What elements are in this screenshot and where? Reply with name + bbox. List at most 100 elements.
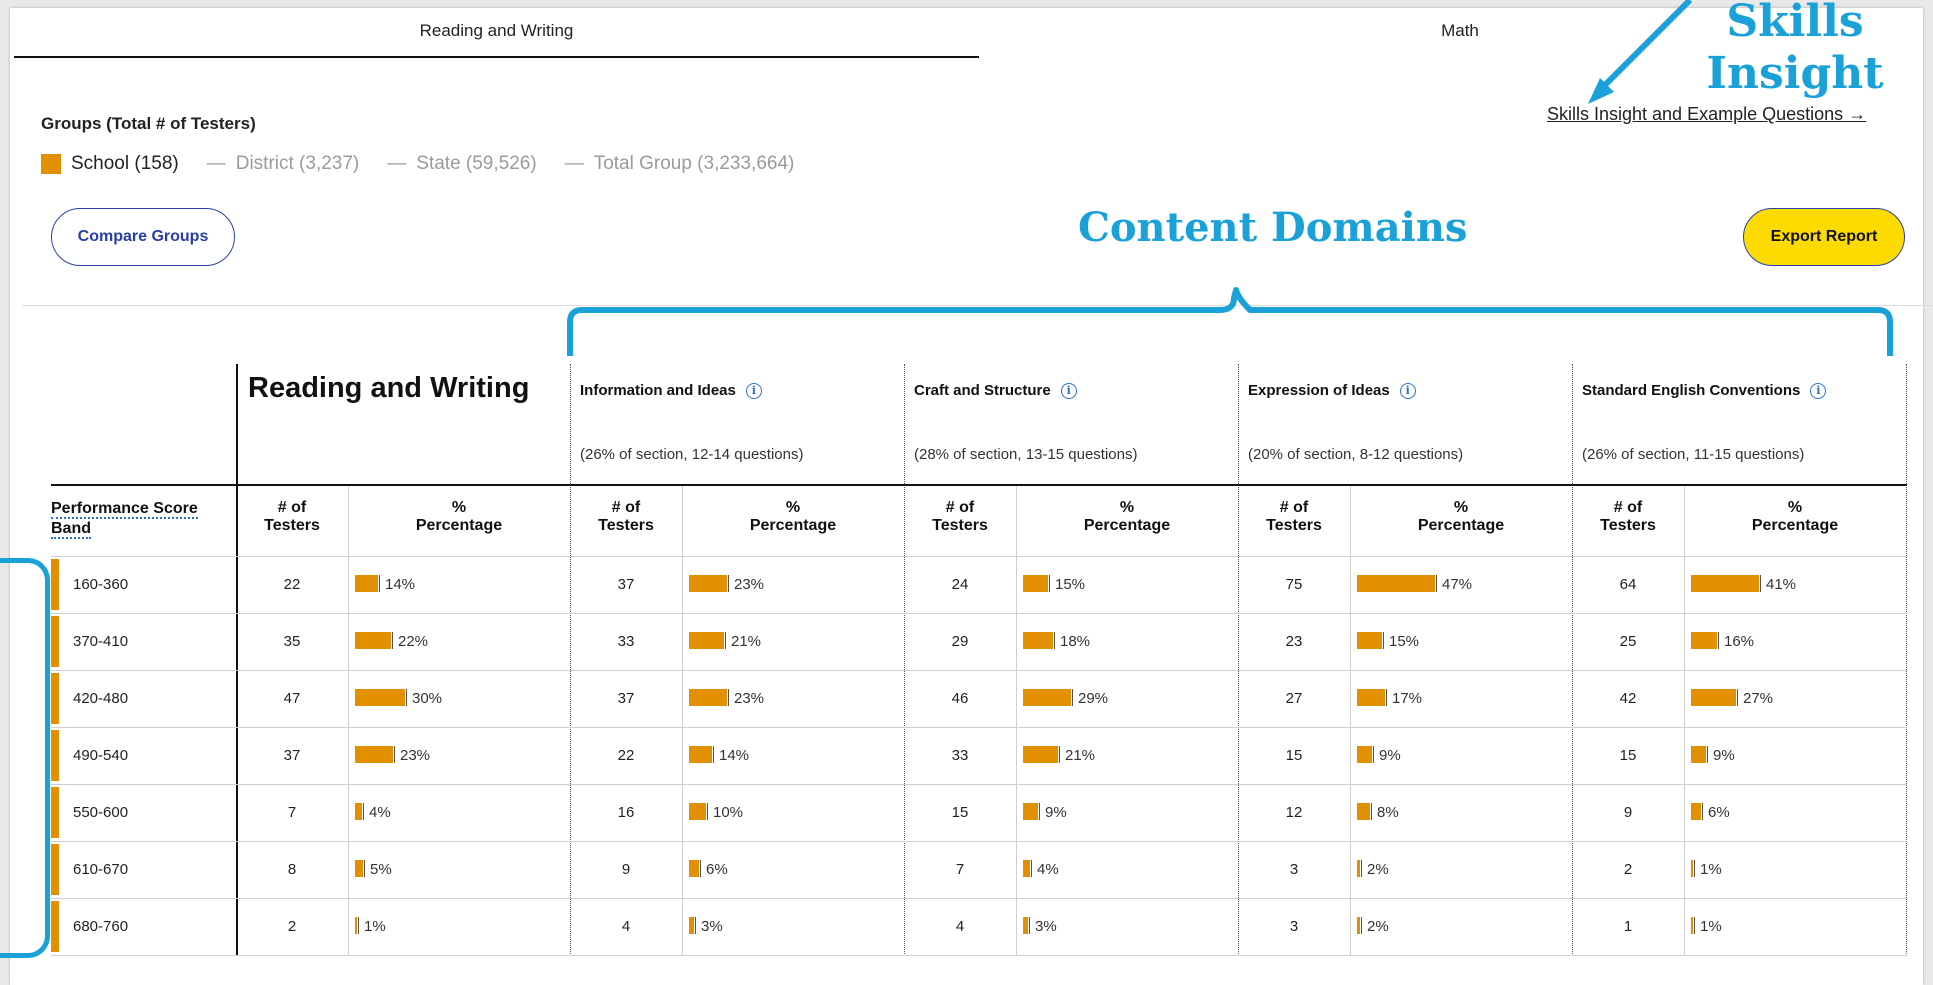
testers-header: # of Testers [576,499,676,535]
percentage-label: 30% [412,690,443,707]
domain-title-label: Craft and Structure [914,382,1051,399]
percentage-bar [1691,917,1695,934]
domain-separator [570,364,571,956]
band-color-bar [51,844,59,895]
band-color-bar [51,787,59,838]
percentage-header: % Percentage [1692,499,1898,535]
annotation-content-domains: Content Domains [1078,204,1468,251]
tester-count: 37 [617,576,635,593]
tester-count: 9 [1623,804,1633,821]
compare-groups-button[interactable]: Compare Groups [51,208,235,266]
group-total-label: Total Group (3,233,664) [593,153,795,174]
tester-count: 15 [1619,747,1637,764]
section-title: Reading and Writing [248,372,530,404]
group-total[interactable]: — Total Group (3,233,664) [565,153,795,175]
band-label: 420-480 [73,690,129,707]
band-color-bar [51,901,59,952]
tester-count: 23 [1285,633,1303,650]
percentage-bar [689,575,729,592]
percentage-bar [355,632,393,649]
percentage-bar [689,917,696,934]
percentage-label: 23% [400,747,431,764]
annotation-skills-insight: Skills Insight [1695,0,1895,100]
tester-count: 47 [283,690,301,707]
performance-score-band-header[interactable]: Performance Score Band [51,499,198,539]
percentage-label: 23% [734,576,765,593]
band-label: 550-600 [73,804,129,821]
testers-header-line2: Testers [264,517,320,534]
percentage-header-line2: Percentage [749,517,837,534]
percentage-bar [689,746,714,763]
band-color-bar [51,730,59,781]
table-row-line [51,898,1907,899]
info-icon[interactable]: i [1399,382,1416,399]
group-district[interactable]: — District (3,237) [207,153,360,175]
tester-count: 7 [287,804,297,821]
testers-header: # of Testers [1244,499,1344,535]
testers-header-line1: # of [611,499,641,516]
percentage-label: 16% [1724,633,1755,650]
percentage-label: 2% [1367,918,1389,935]
testers-header-line2: Testers [598,517,654,534]
info-icon[interactable]: i [1810,382,1827,399]
tester-count: 3 [1289,861,1299,878]
percentage-bar [1357,803,1372,820]
info-icon[interactable]: i [1060,382,1077,399]
band-label: 370-410 [73,633,129,650]
content-domains-brace-icon [567,287,1893,356]
testers-header: # of Testers [910,499,1010,535]
group-state-label: State (59,526) [416,153,537,174]
percentage-bar [1023,689,1073,706]
tester-count: 3 [1289,918,1299,935]
info-icon[interactable]: i [745,382,762,399]
percentage-header: % Percentage [356,499,562,535]
band-color-bar [51,673,59,724]
domain-title-label: Standard English Conventions [1582,382,1801,399]
percentage-label: 23% [734,690,765,707]
percentage-header-line1: % [1119,499,1135,516]
tester-count: 16 [617,804,635,821]
group-district-label: District (3,237) [235,153,360,174]
group-school[interactable]: School (158) [41,153,179,175]
percentage-header-line1: % [785,499,801,516]
domain-subtitle: (26% of section, 12-14 questions) [580,446,804,463]
tester-count: 22 [617,747,635,764]
percentage-bar [1023,860,1032,877]
tab-reading-writing[interactable]: Reading and Writing [14,0,979,58]
tester-count: 2 [1623,861,1633,878]
tester-count: 8 [287,861,297,878]
percentage-bar [1691,860,1695,877]
percentage-label: 3% [701,918,723,935]
tester-count: 46 [951,690,969,707]
percentage-bar [1023,575,1050,592]
tester-count: 9 [621,861,631,878]
band-color-bar [51,559,59,610]
band-label: 680-760 [73,918,129,935]
percentage-header-line1: % [451,499,467,516]
percentage-bar [355,575,380,592]
group-state[interactable]: — State (59,526) [387,153,536,175]
export-report-button[interactable]: Export Report [1743,208,1905,266]
tester-count: 64 [1619,576,1637,593]
table-row-line [51,613,1907,614]
percentage-header-line2: Percentage [415,517,503,534]
percentage-bar [689,860,701,877]
testers-header-line2: Testers [1266,517,1322,534]
percentage-bar [1023,803,1040,820]
percentage-label: 9% [1045,804,1067,821]
percentage-bar [1691,632,1719,649]
percentage-label: 6% [706,861,728,878]
domain-separator [1238,364,1239,956]
tester-count: 4 [955,918,965,935]
groups-legend: School (158) — District (3,237) — State … [41,153,794,175]
percentage-label: 1% [1700,861,1722,878]
testers-header-line1: # of [277,499,307,516]
band-label: 490-540 [73,747,129,764]
percentage-label: 8% [1377,804,1399,821]
testers-header-line2: Testers [932,517,988,534]
dash-icon: — [387,153,407,174]
tester-count: 33 [951,747,969,764]
testers-header: # of Testers [1578,499,1678,535]
percentage-header-line1: % [1453,499,1469,516]
domain-title-information-ideas: Information and Ideas i [580,382,762,399]
